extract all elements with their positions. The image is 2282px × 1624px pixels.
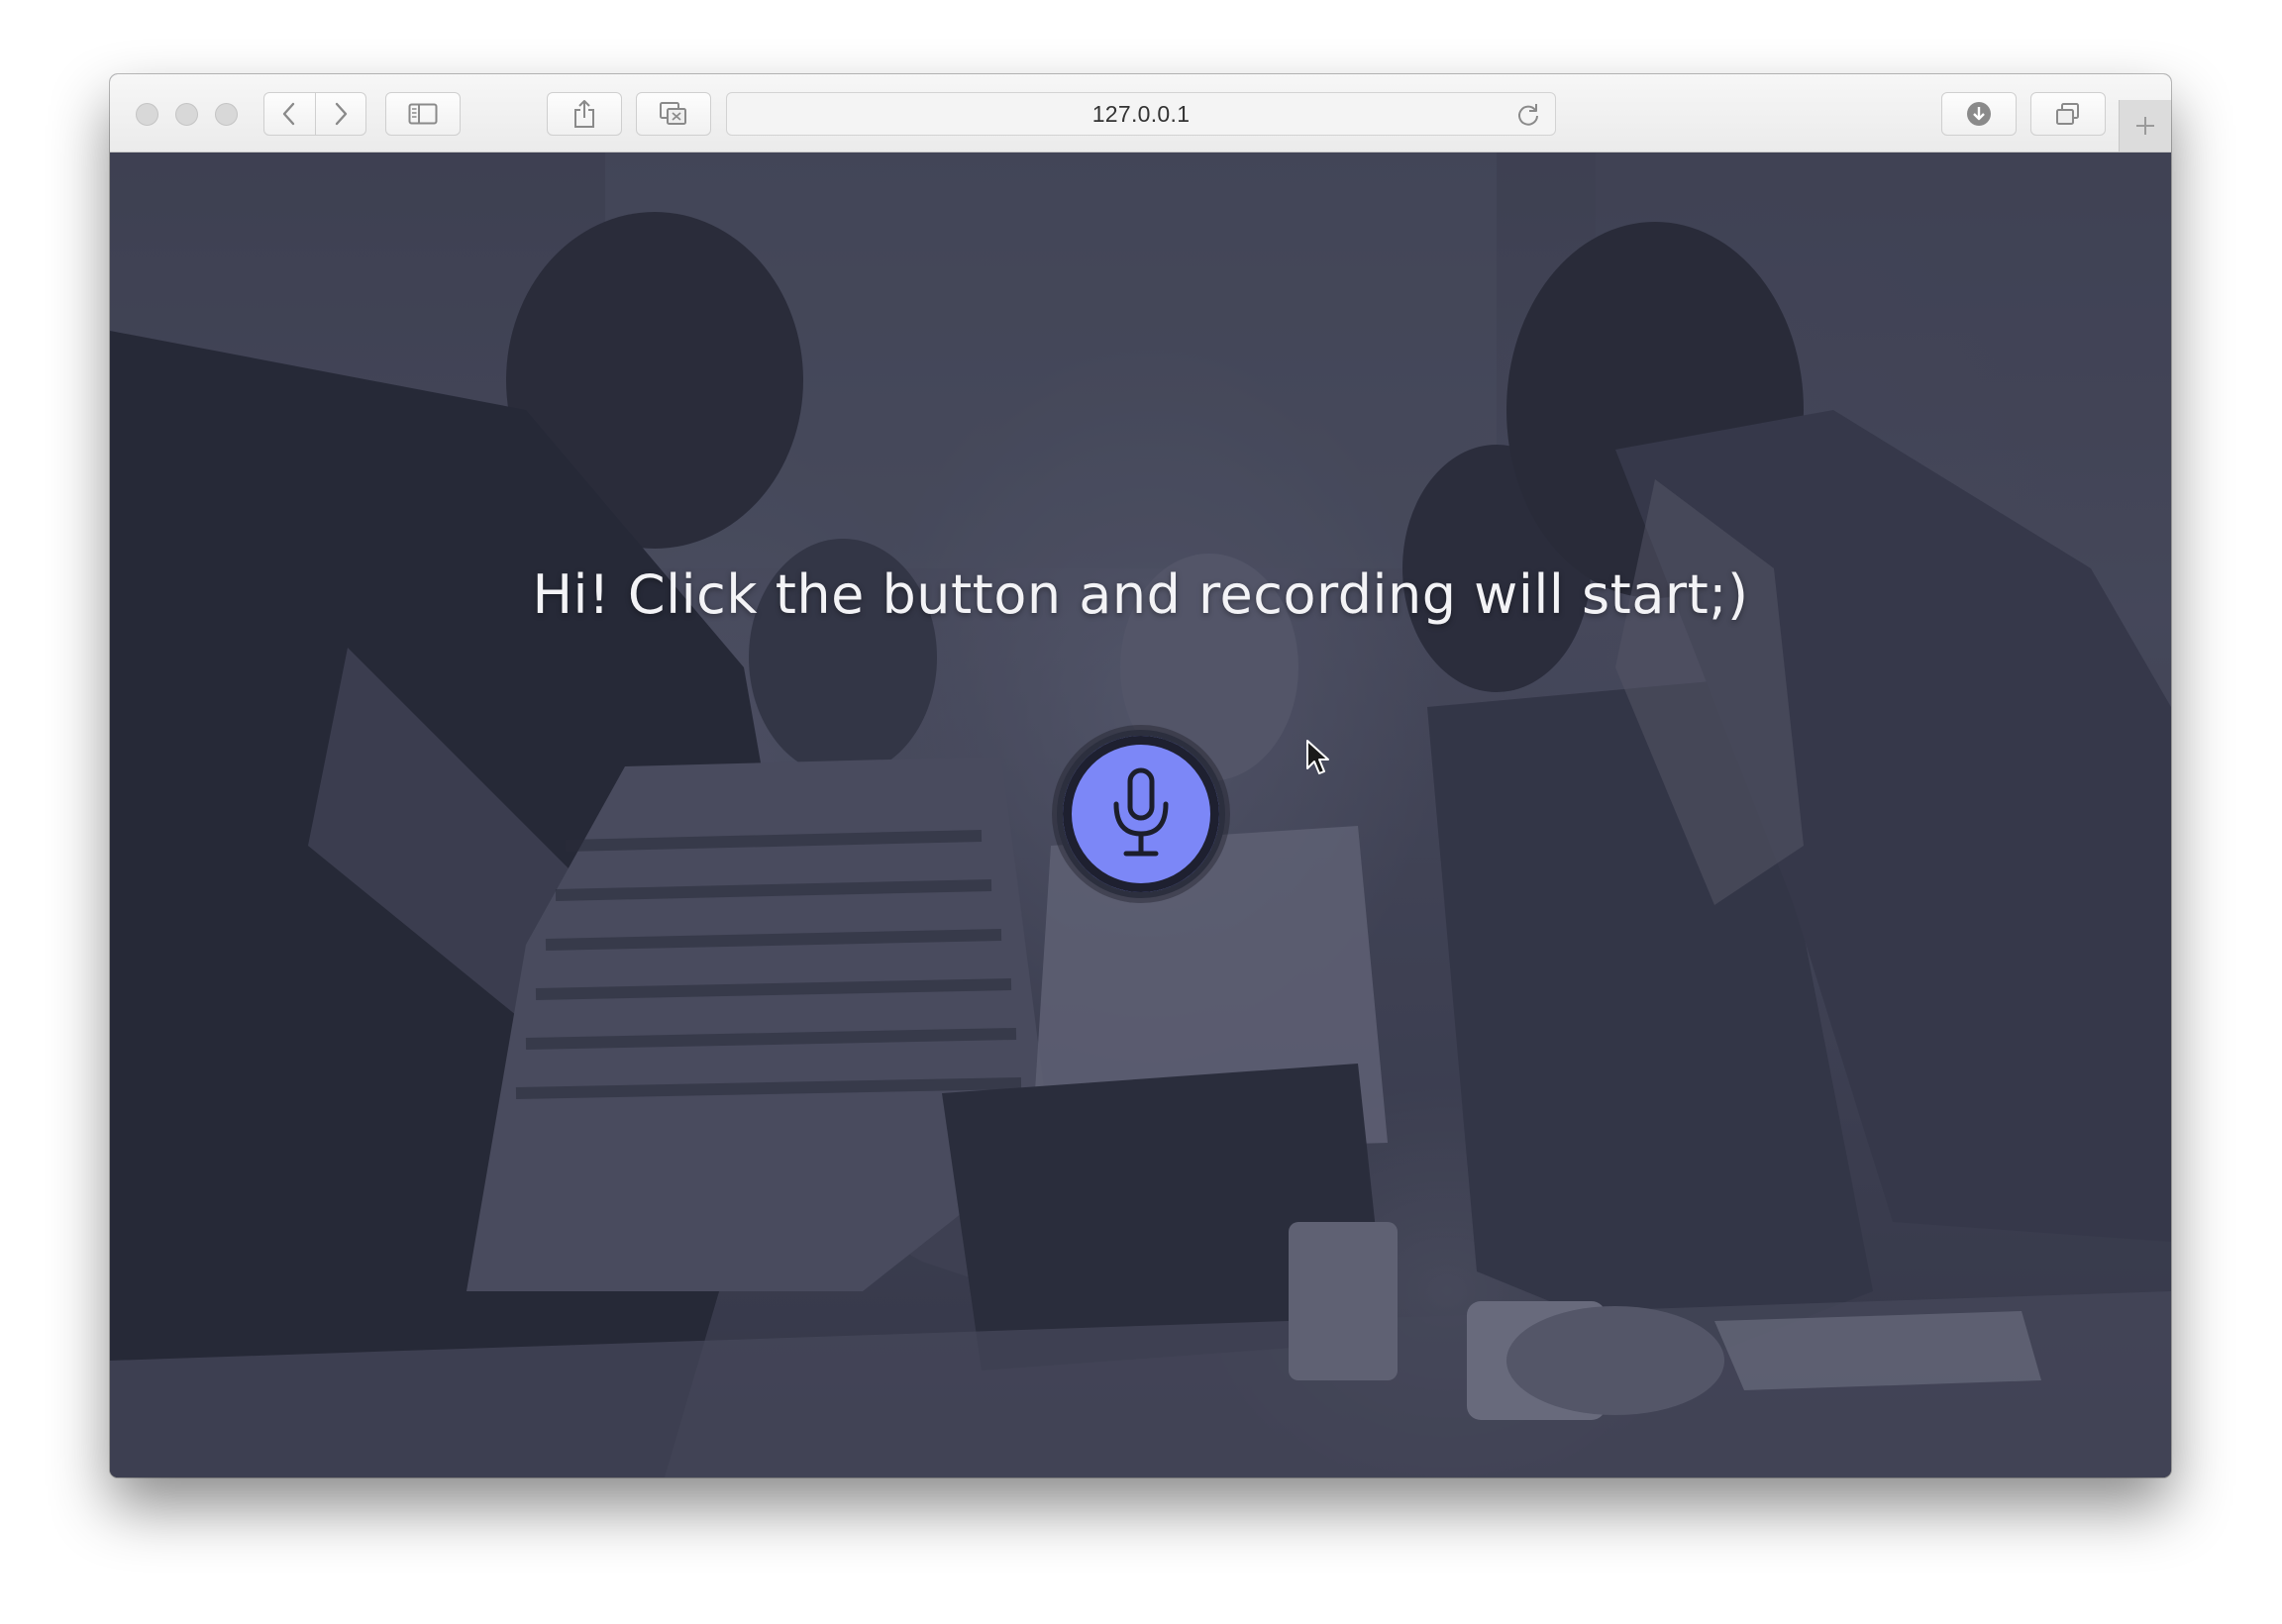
browser-window: 127.0.0.1 Hi! Click the button and recor… bbox=[110, 74, 2171, 1477]
back-button[interactable] bbox=[264, 93, 315, 135]
address-bar[interactable]: 127.0.0.1 bbox=[726, 92, 1556, 136]
mouse-cursor-icon bbox=[1306, 740, 1329, 774]
browser-toolbar: 127.0.0.1 bbox=[110, 74, 2171, 152]
page-headline: Hi! Click the button and recording will … bbox=[532, 563, 1749, 626]
back-forward-group bbox=[263, 92, 366, 136]
tab-action-icon bbox=[660, 102, 686, 125]
sidebar-button[interactable] bbox=[385, 92, 461, 136]
show-tabs-button[interactable] bbox=[2030, 92, 2106, 136]
page-content: Hi! Click the button and recording will … bbox=[110, 152, 2171, 1477]
plus-icon bbox=[2136, 117, 2154, 135]
chevron-left-icon bbox=[283, 102, 295, 126]
new-tab-button[interactable] bbox=[2119, 100, 2171, 152]
url-text: 127.0.0.1 bbox=[1091, 100, 1191, 127]
microphone-icon bbox=[1113, 767, 1169, 857]
show-tabs-icon bbox=[2056, 103, 2079, 125]
sidebar-icon bbox=[408, 103, 438, 125]
share-icon bbox=[574, 100, 594, 128]
zoom-window-button[interactable] bbox=[215, 103, 238, 126]
reload-icon[interactable] bbox=[1515, 102, 1541, 128]
share-button[interactable] bbox=[547, 92, 622, 136]
forward-button[interactable] bbox=[314, 93, 366, 135]
download-icon bbox=[1967, 102, 1991, 126]
close-window-button[interactable] bbox=[136, 103, 158, 126]
tab-action-button[interactable] bbox=[636, 92, 711, 136]
chevron-right-icon bbox=[335, 102, 347, 126]
minimize-window-button[interactable] bbox=[175, 103, 198, 126]
record-button[interactable] bbox=[1057, 730, 1225, 898]
downloads-button[interactable] bbox=[1941, 92, 2017, 136]
